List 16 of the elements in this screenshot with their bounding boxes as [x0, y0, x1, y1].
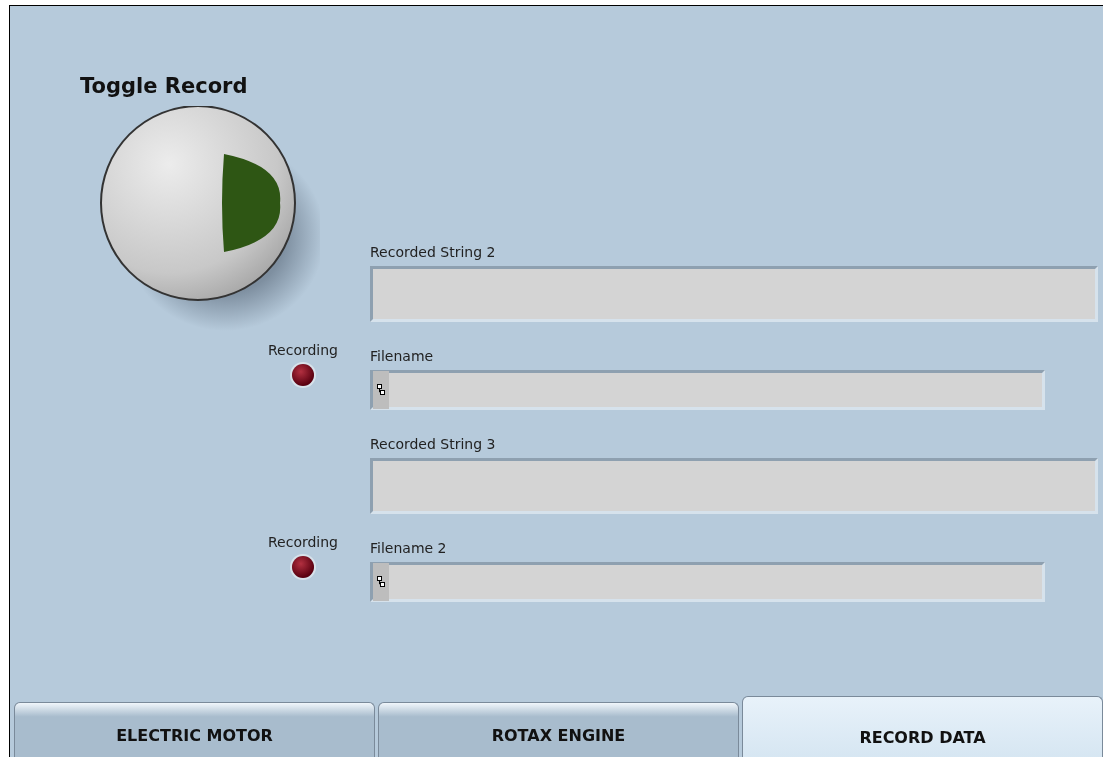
field-label: Filename: [370, 348, 435, 364]
string-field[interactable]: [370, 266, 1098, 322]
path-field[interactable]: [370, 370, 1045, 410]
path-field[interactable]: [370, 562, 1045, 602]
toggle-label: Toggle Record: [80, 74, 248, 98]
tab[interactable]: ROTAX ENGINE: [378, 702, 739, 757]
indicator-label: Recording: [267, 534, 338, 550]
tab[interactable]: ELECTRIC MOTOR: [14, 702, 375, 757]
browse-icon: [373, 563, 389, 601]
field-label: Recorded String 2: [370, 244, 497, 260]
browse-icon: [373, 371, 389, 409]
indicator-label: Recording: [267, 342, 338, 358]
field-label: Filename 2: [370, 540, 448, 556]
string-field[interactable]: [370, 458, 1098, 514]
field-label: Recorded String 3: [370, 436, 497, 452]
tab[interactable]: RECORD DATA: [742, 696, 1103, 757]
